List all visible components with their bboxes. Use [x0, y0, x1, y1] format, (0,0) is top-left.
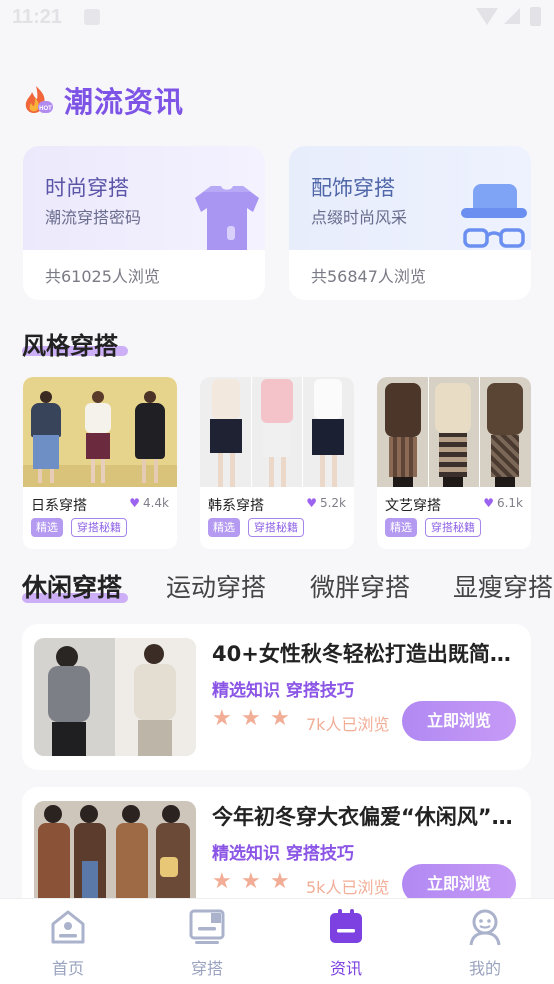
star-icon: ★: [241, 706, 261, 731]
likes-count: 5.2k: [319, 496, 346, 510]
nav-item-home[interactable]: 首页: [28, 907, 108, 979]
tab-plus-size[interactable]: 微胖穿搭: [310, 568, 410, 604]
feature-card-views: 共56847人浏览: [311, 267, 426, 286]
browse-now-button[interactable]: 立即浏览: [402, 701, 516, 741]
star-icon: ★: [241, 869, 261, 894]
hot-flame-icon: HOT: [25, 86, 53, 113]
style-card-likes: ♥ 6.1k: [483, 496, 523, 510]
tab-casual[interactable]: 休闲穿搭: [22, 568, 122, 604]
article-read-count: 5k人已浏览: [306, 878, 390, 897]
tab-sport[interactable]: 运动穿搭: [166, 568, 266, 604]
tab-slimming[interactable]: 显瘦穿搭: [453, 568, 553, 604]
heart-icon: ♥: [306, 496, 317, 510]
style-card-photo: [23, 377, 177, 487]
tag-featured: 精选: [385, 518, 417, 537]
home-icon: [51, 910, 85, 944]
likes-count: 6.1k: [496, 496, 523, 510]
article-title: 40+女性秋冬轻松打造出既简约又时尚的造型: [212, 642, 522, 666]
feature-card-fashion[interactable]: 时尚穿搭 潮流穿搭密码 共61025人浏览: [23, 146, 265, 300]
feature-card-title: 时尚穿搭: [45, 176, 129, 200]
style-card-name: 文艺穿搭: [385, 498, 441, 514]
tag-tips: 穿搭秘籍: [71, 518, 127, 537]
feature-card-subtitle: 点缀时尚风采: [311, 208, 408, 227]
style-card-japanese[interactable]: 日系穿搭 ♥ 4.4k 精选 穿搭秘籍: [23, 377, 177, 549]
nav-item-outfit[interactable]: 穿搭: [167, 907, 247, 979]
nav-item-label: 我的: [468, 959, 501, 978]
status-bar: 11:21: [0, 0, 554, 40]
status-time: 11:21: [12, 6, 63, 28]
hat-glasses-icon: [461, 184, 527, 248]
style-card-likes: ♥ 5.2k: [306, 496, 346, 510]
news-icon: [330, 909, 362, 943]
style-section-title: 风格穿搭: [22, 332, 118, 360]
article-thumbnail: [34, 638, 196, 756]
style-card-name: 韩系穿搭: [208, 498, 264, 514]
nav-item-news[interactable]: 资讯: [306, 907, 386, 979]
style-card-artsy[interactable]: 文艺穿搭 ♥ 6.1k 精选 穿搭秘籍: [377, 377, 531, 549]
nav-item-profile[interactable]: 我的: [445, 907, 525, 979]
bottom-nav: 首页 穿搭 资讯 我的: [0, 898, 554, 984]
heart-icon: ♥: [483, 496, 494, 510]
monitor-icon: [189, 909, 225, 944]
category-tabs: 休闲穿搭 运动穿搭 微胖穿搭 显瘦穿搭: [22, 568, 554, 612]
wifi-icon: [476, 8, 498, 25]
hot-news-header: HOT 潮流资讯: [22, 82, 185, 119]
hot-badge-text: HOT: [39, 106, 52, 112]
nav-item-label: 首页: [51, 959, 84, 978]
star-icon: ★: [212, 869, 232, 894]
likes-count: 4.4k: [142, 496, 169, 510]
nav-item-label: 资讯: [329, 959, 362, 978]
feature-card-accessories[interactable]: 配饰穿搭 点缀时尚风采 共56847人浏览: [289, 146, 531, 300]
rating-stars: ★ ★ ★: [212, 871, 292, 893]
article-tags: 精选知识 穿搭技巧: [212, 844, 354, 864]
profile-icon: [469, 909, 501, 946]
article-tags: 精选知识 穿搭技巧: [212, 681, 354, 701]
style-card-korean[interactable]: 韩系穿搭 ♥ 5.2k 精选 穿搭秘籍: [200, 377, 354, 549]
style-card-photo: [377, 377, 531, 487]
style-card-name: 日系穿搭: [31, 498, 87, 514]
rating-stars: ★ ★ ★: [212, 708, 292, 730]
star-icon: ★: [212, 706, 232, 731]
tshirt-icon: [195, 186, 259, 250]
feature-card-title: 配饰穿搭: [311, 176, 395, 200]
heart-icon: ♥: [129, 496, 140, 510]
tag-tips: 穿搭秘籍: [248, 518, 304, 537]
tag-featured: 精选: [208, 518, 240, 537]
article-title: 今年初冬穿大衣偏爱“休闲风”，简约又减龄: [212, 805, 522, 829]
style-card-likes: ♥ 4.4k: [129, 496, 169, 510]
tag-featured: 精选: [31, 518, 63, 537]
article-card[interactable]: 40+女性秋冬轻松打造出既简约又时尚的造型 精选知识 穿搭技巧 ★ ★ ★ 7k…: [22, 624, 531, 770]
feature-card-views: 共61025人浏览: [45, 267, 160, 286]
hot-news-title: 潮流资讯: [64, 85, 185, 119]
tag-tips: 穿搭秘籍: [425, 518, 481, 537]
article-read-count: 7k人已浏览: [306, 715, 390, 734]
star-icon: ★: [270, 706, 290, 731]
star-icon: ★: [270, 869, 290, 894]
nav-item-label: 穿搭: [190, 959, 223, 978]
notification-icon: [84, 9, 100, 25]
battery-icon: [530, 7, 541, 26]
signal-icon: [504, 8, 520, 24]
style-card-photo: [200, 377, 354, 487]
feature-card-subtitle: 潮流穿搭密码: [45, 208, 142, 227]
